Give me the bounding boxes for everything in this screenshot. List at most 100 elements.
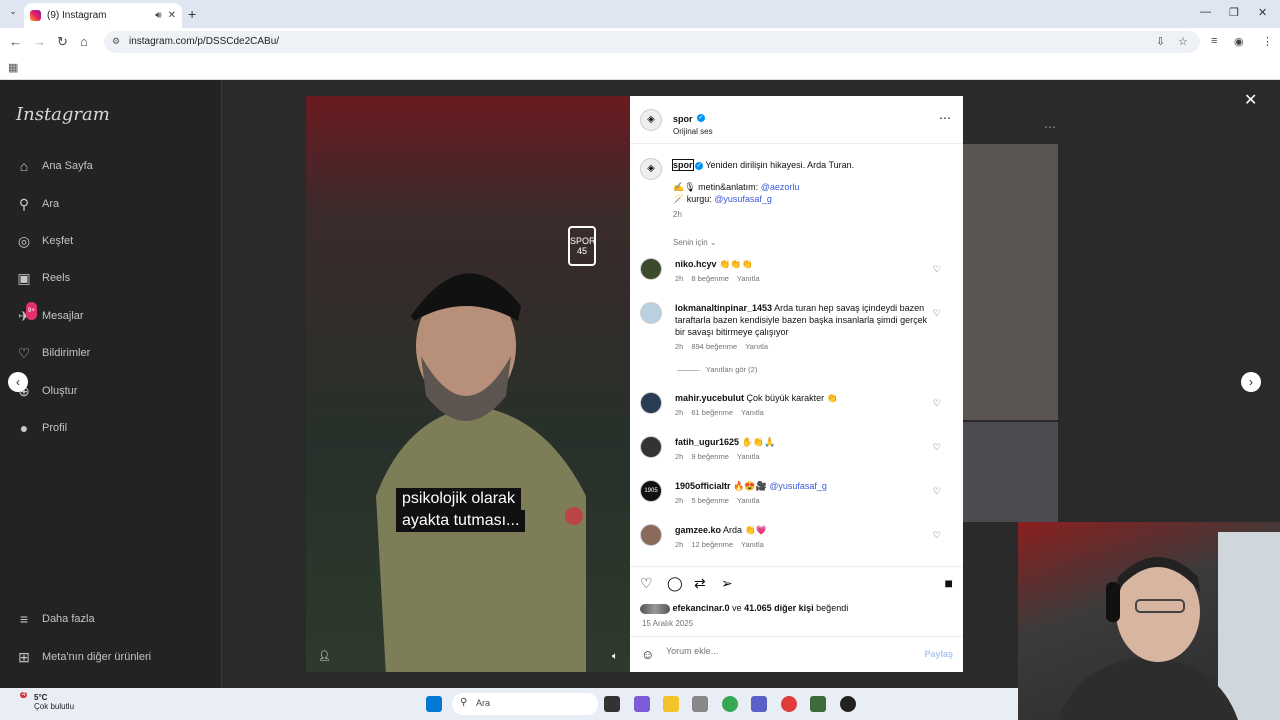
audio-icon[interactable]: 🔊︎: [155, 10, 161, 21]
credit1-mention[interactable]: @aezorlu: [761, 182, 800, 192]
copilot-icon[interactable]: [634, 696, 650, 712]
like-comment-icon[interactable]: ♡: [933, 398, 941, 409]
reply-button[interactable]: Yanıtla: [745, 342, 768, 351]
reply-button[interactable]: Yanıtla: [741, 408, 764, 417]
tab-instagram[interactable]: (9) Instagram 🔊︎ ✕: [24, 3, 182, 28]
reply-button[interactable]: Yanıtla: [737, 274, 760, 283]
taskbar-search[interactable]: ⚲ Ara: [452, 693, 598, 715]
comment-icon[interactable]: ◯: [667, 575, 683, 592]
comment-username[interactable]: fatih_ugur1625: [675, 437, 739, 447]
comment-likes[interactable]: 12 beğenme: [691, 540, 733, 549]
previous-post-button[interactable]: ‹: [8, 372, 28, 392]
comment-mention[interactable]: @yusufasaf_g: [769, 481, 827, 491]
app-icon[interactable]: [781, 696, 797, 712]
home-icon[interactable]: ⌂: [80, 34, 88, 49]
chrome-icon[interactable]: [722, 696, 738, 712]
forward-icon[interactable]: →: [33, 34, 46, 49]
next-post-button[interactable]: ›: [1241, 372, 1261, 392]
reply-button[interactable]: Yanıtla: [737, 496, 760, 505]
comment-likes[interactable]: 8 beğenme: [691, 274, 729, 283]
liker-username[interactable]: efekancinar.0: [673, 603, 730, 613]
more-options-icon[interactable]: ⋯: [939, 111, 951, 125]
share-icon[interactable]: ➢: [721, 575, 733, 592]
sidebar-item-messages[interactable]: ✈ 9+ Mesajlar: [16, 302, 84, 324]
sidebar-item-search[interactable]: ⚲ Ara: [16, 196, 59, 212]
original-audio-link[interactable]: Orijinal ses: [673, 127, 713, 136]
like-comment-icon[interactable]: ♡: [933, 530, 941, 541]
address-bar[interactable]: ⚙ instagram.com/p/DSSCde2CABu/: [104, 31, 1200, 53]
task-view-icon[interactable]: [604, 696, 620, 712]
comment-likes[interactable]: 5 beğenme: [691, 496, 729, 505]
tag-people-icon[interactable]: 👤︎: [318, 651, 331, 662]
caption-author-avatar[interactable]: ◈: [640, 158, 662, 180]
comment-username[interactable]: lokmanaltinpinar_1453: [675, 303, 772, 313]
author-username[interactable]: spor: [673, 114, 693, 124]
minimize-icon[interactable]: —: [1200, 6, 1211, 18]
comment-likes[interactable]: 61 beğenme: [691, 408, 733, 417]
likers-avatars[interactable]: [640, 603, 670, 614]
file-explorer-icon[interactable]: [663, 696, 679, 712]
close-modal-icon[interactable]: ✕: [1244, 90, 1257, 110]
caption-author[interactable]: spor: [672, 159, 694, 171]
edge-icon[interactable]: [692, 696, 708, 712]
reload-icon[interactable]: ↻: [57, 34, 68, 50]
comment-input[interactable]: [666, 646, 906, 656]
sidebar-item-profile[interactable]: ● Profil: [16, 420, 67, 436]
likes-others-count[interactable]: 41.065 diğer kişi: [744, 603, 814, 613]
credit2-mention[interactable]: @yusufasaf_g: [714, 194, 772, 204]
back-icon[interactable]: ←: [9, 34, 22, 49]
repost-icon[interactable]: ⇄: [694, 575, 706, 592]
like-comment-icon[interactable]: ♡: [933, 442, 941, 453]
save-bookmark-icon[interactable]: ■: [945, 575, 953, 591]
comment-likes[interactable]: 9 beğenme: [691, 452, 729, 461]
author-avatar[interactable]: ◈: [640, 109, 662, 131]
sidebar-item-reels[interactable]: ▣ Reels: [16, 270, 70, 286]
menu-icon[interactable]: ⋮: [1262, 35, 1273, 48]
comment-username[interactable]: gamzee.ko: [675, 525, 721, 535]
post-comment-button[interactable]: Paylaş: [924, 649, 953, 659]
apps-grid-icon[interactable]: ▦: [8, 61, 18, 74]
commenter-avatar[interactable]: [640, 392, 662, 414]
profile-avatar-icon[interactable]: ◉: [1234, 35, 1244, 48]
tab-list-icon[interactable]: ≡: [1211, 35, 1217, 47]
instagram-logo[interactable]: Instagram: [16, 104, 110, 125]
commenter-avatar[interactable]: [640, 436, 662, 458]
emoji-icon[interactable]: ☺: [641, 647, 654, 662]
maximize-icon[interactable]: ❐: [1229, 6, 1239, 19]
site-info-icon[interactable]: ⚙: [112, 36, 120, 47]
sidebar-item-meta-products[interactable]: ⊞ Meta'nın diğer ürünleri: [16, 649, 151, 665]
comment-username[interactable]: niko.hcyv: [675, 259, 717, 269]
comment-username[interactable]: 1905officialtr: [675, 481, 731, 491]
sidebar-item-more[interactable]: ≡ Daha fazla: [16, 611, 95, 627]
install-app-icon[interactable]: ⇩: [1156, 35, 1165, 48]
comment-username[interactable]: mahir.yucebulut: [675, 393, 744, 403]
weather-widget[interactable]: 4 5°C Çok bulutlu: [14, 692, 74, 711]
windows-start-icon[interactable]: [426, 696, 442, 712]
post-video[interactable]: SPOR 45 psikolojik olarak ayakta tutması…: [306, 96, 630, 672]
commenter-avatar[interactable]: [640, 302, 662, 324]
mute-icon[interactable]: 🔈︎: [612, 651, 618, 662]
reply-button[interactable]: Yanıtla: [741, 540, 764, 549]
tab-search-icon[interactable]: ⌄: [6, 6, 20, 20]
new-tab-button[interactable]: +: [188, 6, 196, 22]
like-comment-icon[interactable]: ♡: [933, 486, 941, 497]
like-comment-icon[interactable]: ♡: [933, 308, 941, 319]
sidebar-item-explore[interactable]: ◎ Keşfet: [16, 233, 73, 249]
commenter-avatar[interactable]: [640, 258, 662, 280]
comment-likes[interactable]: 894 beğenme: [691, 342, 737, 351]
app-icon[interactable]: [840, 696, 856, 712]
reply-button[interactable]: Yanıtla: [737, 452, 760, 461]
close-window-icon[interactable]: ✕: [1258, 6, 1267, 19]
app-icon[interactable]: [810, 696, 826, 712]
sidebar-item-home[interactable]: ⌂ Ana Sayfa: [16, 158, 93, 174]
commenter-avatar[interactable]: [640, 524, 662, 546]
comment-sort-dropdown[interactable]: Senin için ⌄: [673, 238, 717, 247]
bookmark-star-icon[interactable]: ☆: [1178, 35, 1188, 48]
like-post-icon[interactable]: ♡: [640, 575, 653, 592]
view-replies-button[interactable]: ——— Yanıtları gör (2): [677, 365, 935, 374]
close-tab-icon[interactable]: ✕: [168, 10, 176, 21]
sidebar-item-notifications[interactable]: ♡ Bildirimler: [16, 345, 91, 361]
commenter-avatar[interactable]: 1905: [640, 480, 662, 502]
like-comment-icon[interactable]: ♡: [933, 264, 941, 275]
teams-icon[interactable]: [751, 696, 767, 712]
